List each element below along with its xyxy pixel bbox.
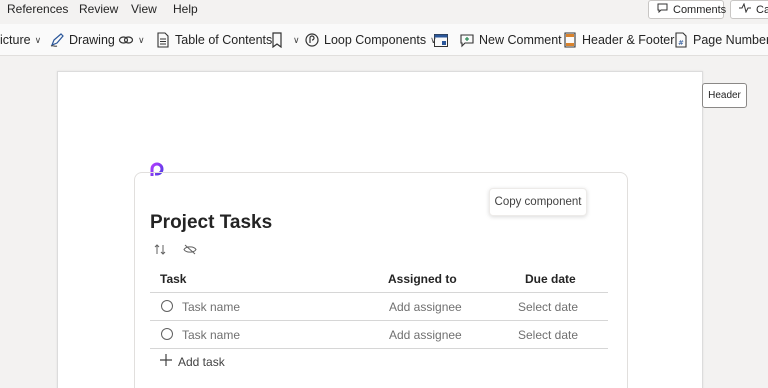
drawing-icon <box>49 32 65 48</box>
activity-icon <box>739 2 751 16</box>
chevron-down-icon[interactable]: ∨ <box>35 35 42 46</box>
catchup-label: Cat <box>756 3 768 16</box>
toc-label: Table of Contents <box>175 33 273 47</box>
table-tools <box>154 244 197 258</box>
bookmark-icon <box>269 32 285 48</box>
document-canvas: Copy component Project Tasks Task Assign… <box>0 57 768 388</box>
page-numbers-label: Page Numbers <box>693 33 768 47</box>
loop-icon <box>304 32 320 48</box>
ribbon-toolbar: icture ∨ Drawing ∨ Table of Contents ∨ L… <box>0 24 768 56</box>
menu-view[interactable]: View <box>131 2 157 16</box>
table-divider <box>150 320 608 321</box>
assignee-cell[interactable]: Add assignee <box>389 328 462 342</box>
loop-label: Loop Components <box>324 33 427 47</box>
column-header-assigned[interactable]: Assigned to <box>388 272 457 286</box>
table-divider <box>150 292 608 293</box>
due-date-cell[interactable]: Select date <box>518 300 578 314</box>
header-tag[interactable]: Header <box>702 83 747 108</box>
task-name-cell[interactable]: Task name <box>182 328 240 342</box>
copy-component-button[interactable]: Copy component <box>489 188 587 216</box>
header-footer-button[interactable]: Header & Footer <box>562 31 674 49</box>
link-button[interactable]: ∨ <box>118 31 145 49</box>
add-task-label: Add task <box>178 354 225 369</box>
chevron-down-icon[interactable]: ∨ <box>293 35 300 46</box>
svg-text:#: # <box>678 39 684 47</box>
due-date-cell[interactable]: Select date <box>518 328 578 342</box>
plus-icon <box>160 354 172 369</box>
column-header-due[interactable]: Due date <box>525 272 576 286</box>
menu-bar: References Review View Help Comments Cat <box>0 0 768 20</box>
calendar-button[interactable] <box>433 31 449 49</box>
table-divider <box>150 348 608 349</box>
menu-references[interactable]: References <box>7 2 68 16</box>
header-footer-label: Header & Footer <box>582 33 675 47</box>
drawing-button[interactable]: Drawing <box>49 31 115 49</box>
link-icon <box>118 32 134 48</box>
comment-icon <box>657 3 668 16</box>
table-of-contents-button[interactable]: Table of Contents <box>155 31 272 49</box>
drawing-label: Drawing <box>69 33 115 47</box>
add-task-button[interactable]: Add task <box>160 354 225 369</box>
chevron-down-icon[interactable]: ∨ <box>138 35 145 46</box>
new-comment-icon <box>459 32 475 48</box>
header-footer-icon <box>562 32 578 48</box>
picture-label: icture <box>0 33 31 47</box>
picture-button[interactable]: icture ∨ <box>0 31 41 49</box>
assignee-cell[interactable]: Add assignee <box>389 300 462 314</box>
task-checkbox[interactable] <box>161 328 173 340</box>
hide-icon[interactable] <box>183 244 197 258</box>
menu-review[interactable]: Review <box>79 2 118 16</box>
page-number-icon: # <box>673 32 689 48</box>
comments-button[interactable]: Comments <box>648 0 727 19</box>
document-icon <box>155 32 171 48</box>
loop-title[interactable]: Project Tasks <box>150 212 272 234</box>
page-numbers-button[interactable]: # Page Numbers ∨ <box>673 31 768 49</box>
task-name-cell[interactable]: Task name <box>182 300 240 314</box>
menu-help[interactable]: Help <box>173 2 198 16</box>
column-header-task[interactable]: Task <box>160 272 186 286</box>
sort-icon[interactable] <box>154 244 167 258</box>
calendar-icon <box>433 32 449 48</box>
comments-label: Comments <box>673 3 727 16</box>
loop-components-button[interactable]: Loop Components ∨ <box>304 31 437 49</box>
new-comment-button[interactable]: New Comment <box>459 31 562 49</box>
task-checkbox[interactable] <box>161 300 173 312</box>
catchup-button[interactable]: Cat <box>730 0 768 19</box>
new-comment-label: New Comment <box>479 33 562 47</box>
document-page[interactable]: Copy component Project Tasks Task Assign… <box>57 71 703 388</box>
bookmark-button[interactable]: ∨ <box>269 31 300 49</box>
